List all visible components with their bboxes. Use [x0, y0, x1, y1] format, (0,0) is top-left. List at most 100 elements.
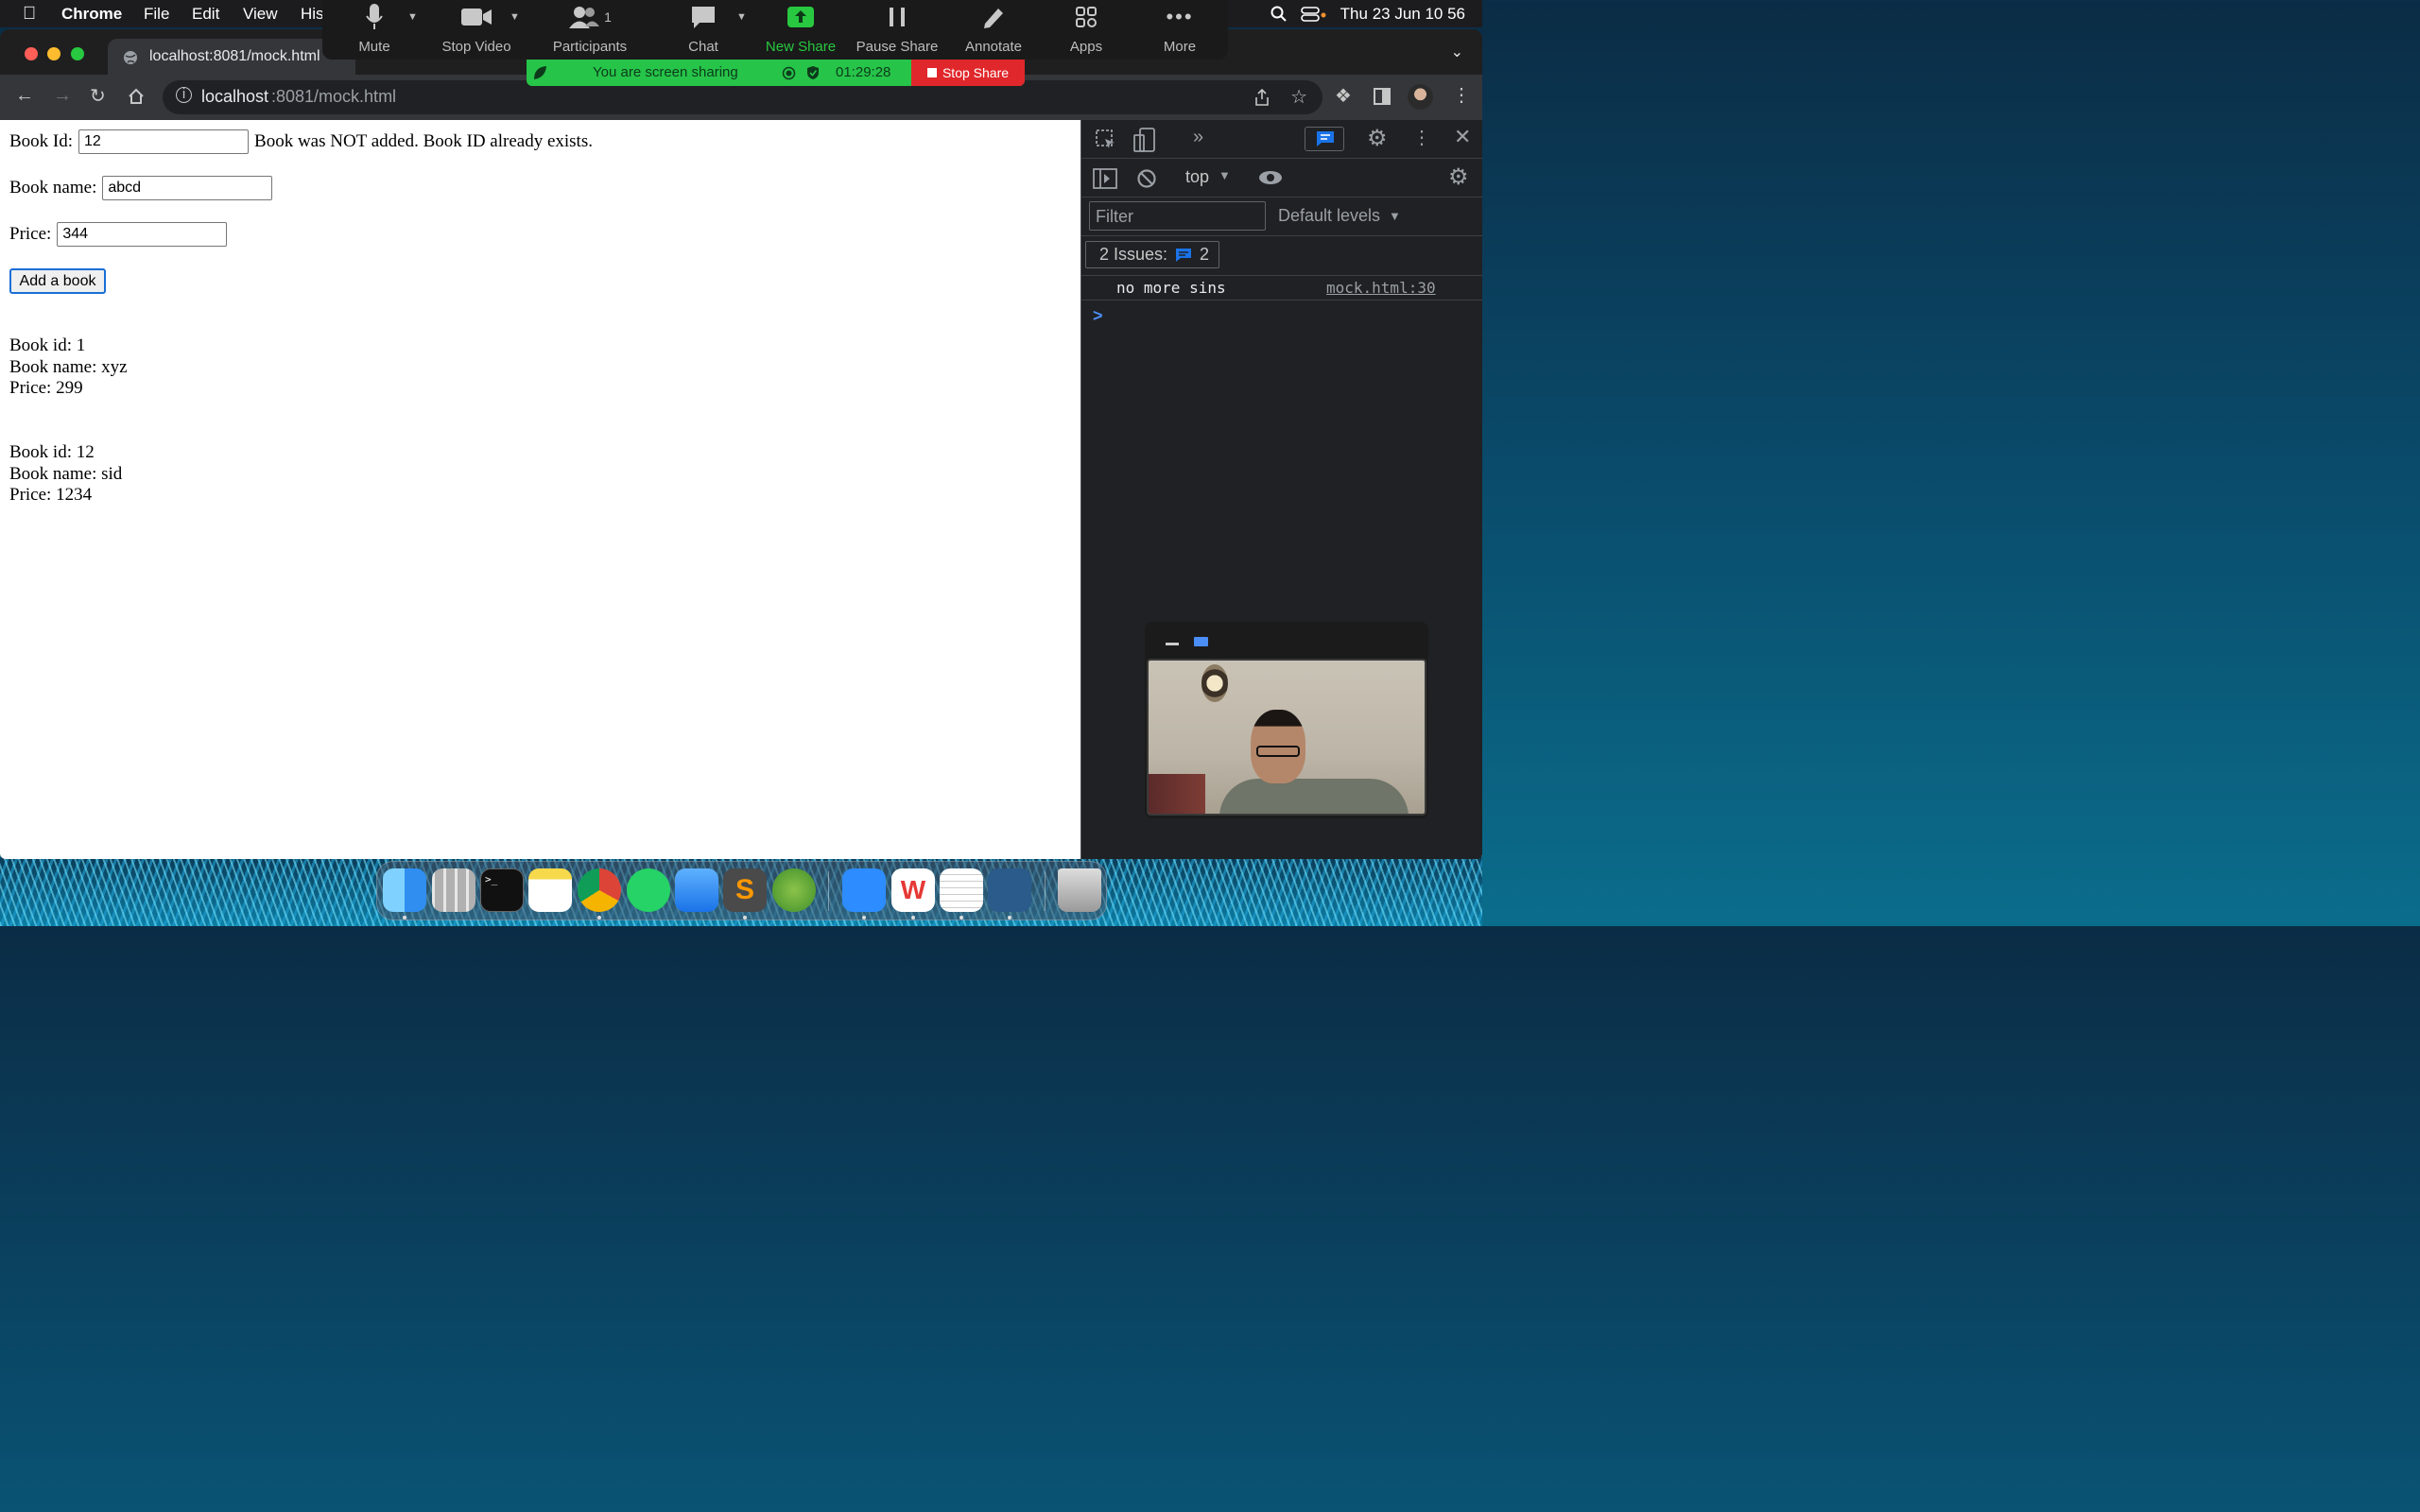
console-prompt[interactable]: >: [1093, 306, 1103, 326]
url-host: localhost: [201, 87, 269, 106]
sublime-text-icon[interactable]: S: [723, 868, 767, 912]
forward-arrow-icon[interactable]: →: [53, 85, 72, 107]
terminal-icon[interactable]: >_: [480, 868, 524, 912]
chrome-menu-icon[interactable]: ⋮: [1452, 83, 1471, 107]
clear-console-icon[interactable]: [1136, 168, 1157, 189]
context-selector[interactable]: top: [1185, 167, 1209, 187]
apps-icon: [1076, 7, 1097, 27]
stop-square-icon: [926, 68, 937, 77]
live-expression-eye-icon[interactable]: [1257, 169, 1284, 186]
book-entry: Book id: 12 Book name: sid Price: 1234: [9, 442, 122, 507]
menu-view[interactable]: View: [243, 5, 278, 24]
tab-title: localhost:8081/mock.html: [149, 48, 320, 64]
message-icon: [1317, 131, 1334, 146]
share-icon[interactable]: [1254, 89, 1270, 106]
levels-dropdown-icon[interactable]: ▼: [1389, 209, 1401, 223]
cushion: [1149, 774, 1205, 814]
textedit-icon[interactable]: [940, 868, 983, 912]
profile-avatar[interactable]: [1408, 84, 1433, 110]
context-dropdown-icon[interactable]: ▼: [1219, 168, 1231, 182]
inspect-element-icon[interactable]: [1095, 129, 1117, 151]
maximize-window-button[interactable]: [71, 47, 84, 60]
mysql-workbench-icon[interactable]: [988, 868, 1031, 912]
annotate-button[interactable]: Annotate: [946, 0, 1041, 60]
chrome-icon[interactable]: [578, 868, 621, 912]
console-filter-input[interactable]: Filter: [1089, 201, 1266, 231]
tab-mock-html[interactable]: localhost:8081/mock.html: [108, 39, 355, 75]
apple-menu-icon[interactable]: : [23, 4, 36, 25]
device-toolbar-icon[interactable]: [1133, 128, 1156, 152]
apps-button[interactable]: Apps: [1039, 0, 1133, 60]
issues-badge-button[interactable]: [1305, 127, 1344, 151]
zoom-icon[interactable]: [842, 868, 886, 912]
minimize-video-icon[interactable]: [1166, 643, 1179, 645]
web-page: Book Id: 12 Book was NOT added. Book ID …: [0, 120, 1080, 859]
person-shirt: [1219, 779, 1409, 814]
chat-options-chevron-icon[interactable]: ▼: [736, 11, 747, 23]
wps-office-icon[interactable]: W: [891, 868, 935, 912]
divider: [1081, 235, 1482, 236]
zoom-video-tile[interactable]: [1145, 622, 1428, 818]
console-log-row: no more sins mock.html:30: [1081, 275, 1482, 301]
audio-options-chevron-icon[interactable]: ▼: [407, 11, 418, 23]
settings-gear-icon[interactable]: ⚙: [1367, 125, 1388, 152]
participants-button[interactable]: 1 Participants: [543, 0, 637, 60]
console-log-source-link[interactable]: mock.html:30: [1326, 279, 1436, 297]
book-name-input[interactable]: abcd: [102, 176, 273, 200]
microphone-icon: [366, 4, 383, 29]
share-arrow-icon: [787, 7, 814, 27]
menubar-clock[interactable]: Thu 23 Jun 10 56: [1340, 5, 1465, 24]
side-panel-icon[interactable]: [1374, 88, 1391, 105]
whatsapp-icon[interactable]: [627, 868, 670, 912]
devtools-menu-icon[interactable]: ⋮: [1412, 126, 1431, 149]
spring-tool-suite-icon[interactable]: [772, 868, 816, 912]
chat-button[interactable]: Chat: [656, 0, 751, 60]
new-share-button[interactable]: New Share: [753, 0, 848, 60]
menu-app-name[interactable]: Chrome: [61, 5, 122, 24]
notes-icon[interactable]: [528, 868, 572, 912]
more-button[interactable]: ••• More: [1132, 0, 1227, 60]
globe-icon: [124, 51, 137, 64]
stop-video-label: Stop Video: [441, 39, 511, 55]
apps-label: Apps: [1069, 39, 1103, 55]
log-levels-dropdown[interactable]: Default levels: [1278, 206, 1380, 226]
video-view-icon[interactable]: [1194, 637, 1208, 646]
bookmark-star-icon[interactable]: ☆: [1290, 85, 1307, 109]
book-id-input[interactable]: 12: [78, 129, 250, 154]
pause-icon: [890, 8, 905, 26]
menu-history[interactable]: His: [301, 5, 324, 24]
menu-edit[interactable]: Edit: [192, 5, 219, 24]
dock-divider: [828, 871, 829, 911]
close-devtools-icon[interactable]: ✕: [1454, 125, 1471, 149]
video-options-chevron-icon[interactable]: ▼: [510, 11, 520, 23]
launchpad-icon[interactable]: [432, 868, 475, 912]
add-book-button[interactable]: Add a book: [9, 268, 106, 294]
person-glasses: [1256, 746, 1300, 757]
close-window-button[interactable]: [25, 47, 38, 60]
extensions-puzzle-icon[interactable]: ❖: [1335, 84, 1352, 108]
minimize-window-button[interactable]: [47, 47, 60, 60]
sharing-status-text: You are screen sharing: [593, 64, 738, 80]
pause-share-button[interactable]: Pause Share: [850, 0, 944, 60]
back-arrow-icon[interactable]: ←: [15, 85, 34, 107]
control-center-icon[interactable]: [1300, 6, 1327, 23]
tab-search-chevron-icon[interactable]: ⌄: [1451, 43, 1463, 61]
menu-file[interactable]: File: [144, 5, 169, 24]
stop-video-button[interactable]: Stop Video: [429, 0, 524, 60]
issues-button[interactable]: 2 Issues: 2: [1085, 241, 1219, 268]
search-icon[interactable]: [1270, 6, 1288, 23]
sidebar-toggle-icon[interactable]: [1093, 168, 1117, 189]
book-entry: Book id: 1 Book name: xyz Price: 299: [9, 335, 128, 400]
price-input[interactable]: 344: [57, 222, 228, 247]
home-icon[interactable]: [128, 88, 145, 105]
stop-share-button[interactable]: Stop Share: [911, 60, 1025, 86]
finder-icon[interactable]: [383, 868, 426, 912]
mail-icon[interactable]: [675, 868, 718, 912]
site-info-icon[interactable]: i: [176, 87, 192, 103]
trash-icon[interactable]: [1058, 868, 1101, 912]
console-settings-gear-icon[interactable]: ⚙: [1448, 163, 1469, 191]
mute-button[interactable]: Mute: [327, 0, 422, 60]
book-price-text: Price: 299: [9, 378, 83, 398]
reload-icon[interactable]: ↻: [90, 84, 106, 108]
more-tabs-chevron-icon[interactable]: »: [1193, 127, 1203, 148]
